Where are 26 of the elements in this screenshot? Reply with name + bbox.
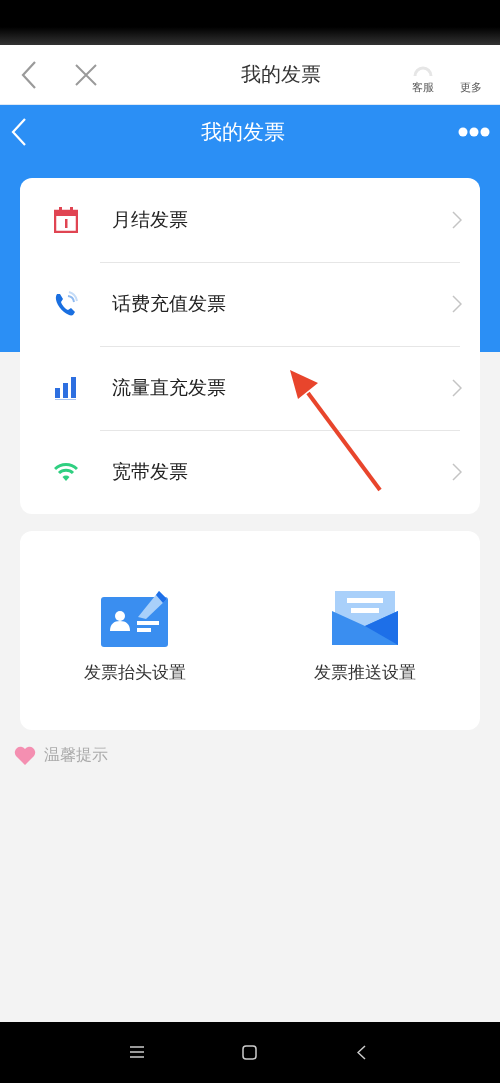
- close-icon[interactable]: [74, 62, 98, 87]
- toolbar-button[interactable]: 客服: [412, 54, 434, 95]
- invoice-list-item[interactable]: 话费充值发票: [20, 262, 480, 346]
- more-icon[interactable]: [458, 127, 490, 137]
- menu-icon[interactable]: [130, 1045, 144, 1059]
- chevron-icon: [452, 211, 462, 229]
- chevron-icon: [452, 379, 462, 397]
- home-icon[interactable]: [242, 1045, 257, 1060]
- back-icon[interactable]: [357, 1045, 366, 1060]
- chevron-icon: [452, 463, 462, 481]
- invoice-list-item[interactable]: 月结发票: [20, 178, 480, 262]
- phone-icon: [54, 291, 78, 317]
- chevron-icon: [452, 295, 462, 313]
- wifi-icon: [54, 462, 78, 482]
- signal-bars-icon: [54, 376, 78, 400]
- settings-button[interactable]: 发票抬头设置: [20, 531, 250, 730]
- envelope-icon: [331, 591, 399, 647]
- invoice-list-item[interactable]: 流量直充发票: [20, 346, 480, 430]
- page-title: 我的发票: [240, 61, 322, 88]
- heart-icon: [14, 746, 36, 765]
- toolbar-button[interactable]: 更多: [460, 54, 482, 95]
- calendar-icon: [54, 207, 78, 233]
- invoice-list-item[interactable]: 宽带发票: [20, 430, 480, 514]
- app-title: 我的发票: [200, 119, 286, 146]
- id-card-pen-icon: [101, 589, 169, 647]
- settings-button[interactable]: 发票推送设置: [250, 531, 480, 730]
